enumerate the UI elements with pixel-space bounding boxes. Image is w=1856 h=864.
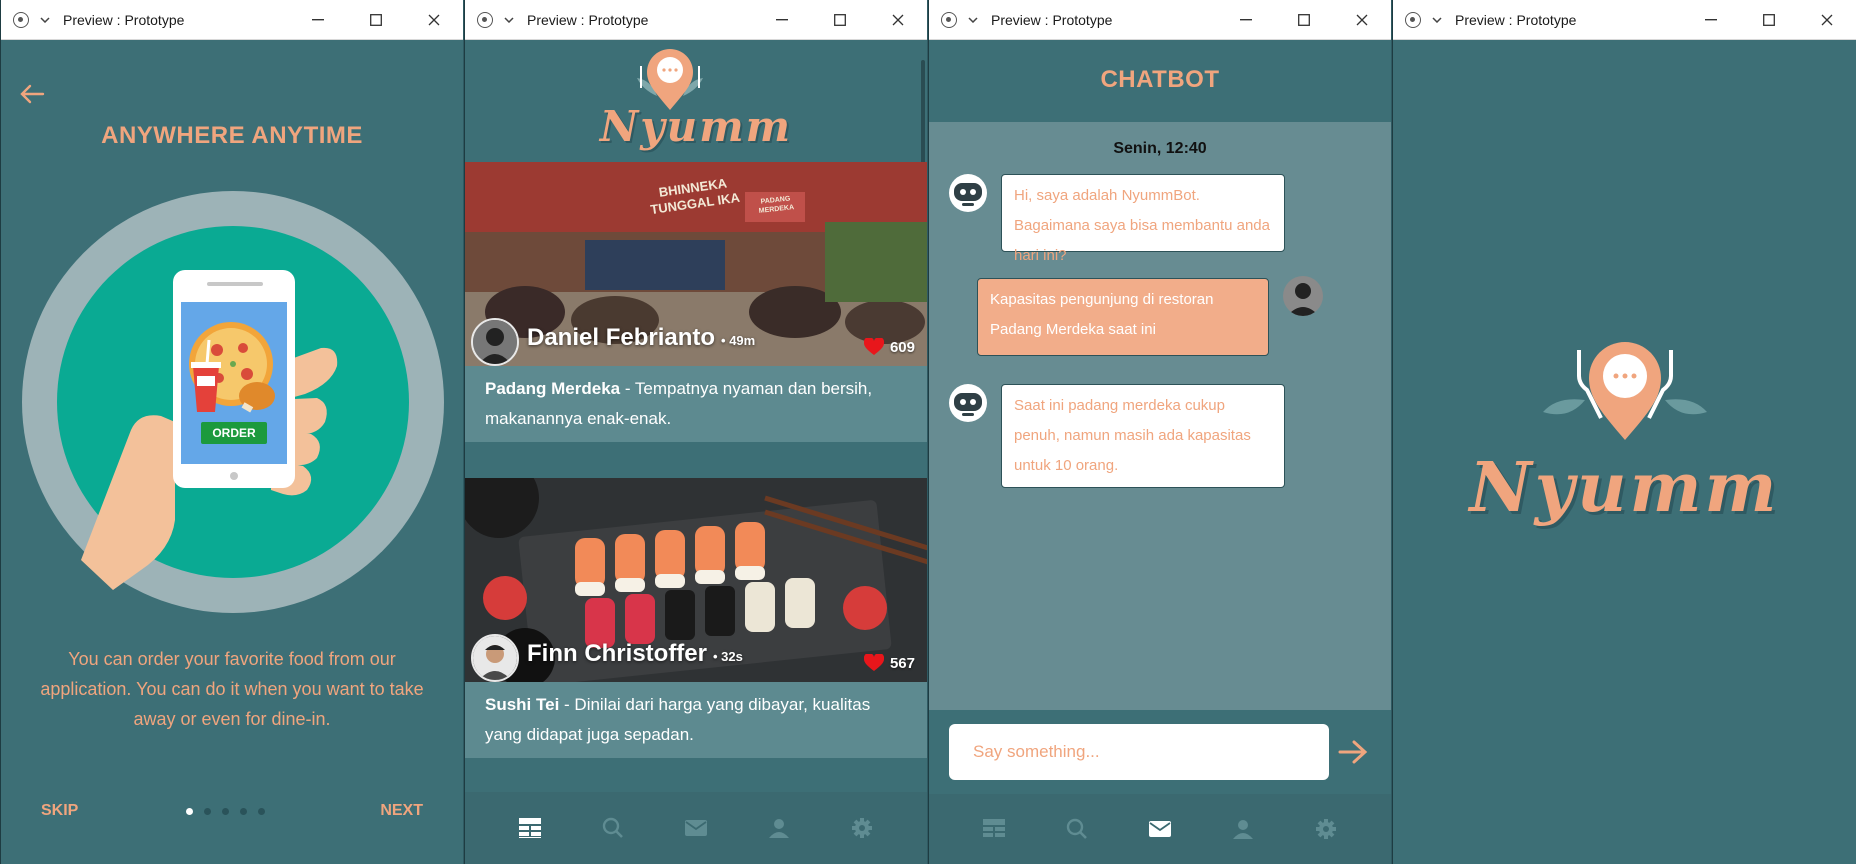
onboarding-heading: ANYWHERE ANYTIME	[101, 122, 363, 149]
chevron-down-icon[interactable]	[967, 14, 979, 26]
maximize-button[interactable]	[1740, 0, 1798, 40]
post-time: • 32s	[713, 649, 743, 664]
minimize-button[interactable]	[1682, 0, 1740, 40]
post-caption: Sushi Tei - Dinilai dari harga yang diba…	[465, 682, 927, 758]
splash-window: Preview : Prototype Nyumm	[1392, 0, 1856, 864]
chevron-down-icon[interactable]	[39, 14, 51, 26]
like-count[interactable]: 567	[863, 654, 915, 672]
like-number: 567	[889, 654, 915, 672]
avatar[interactable]	[471, 634, 519, 682]
message-input[interactable]	[949, 724, 1329, 780]
title-bar: Preview : Prototype	[929, 0, 1391, 40]
user-avatar	[1283, 276, 1323, 316]
window-title: Preview : Prototype	[527, 11, 649, 28]
post-image[interactable]: BHINNEKA TUNGGAL IKA PADANG MERDEKA Dani…	[465, 162, 927, 366]
brand-wordmark: Nyumm	[599, 102, 793, 151]
back-arrow-icon[interactable]	[19, 84, 45, 109]
app-icon	[477, 11, 493, 28]
window-title: Preview : Prototype	[1455, 11, 1577, 28]
search-icon[interactable]	[1062, 814, 1092, 844]
heart-icon[interactable]	[863, 654, 884, 672]
bottom-nav	[465, 792, 927, 864]
minimize-button[interactable]	[753, 0, 811, 40]
splash-logo: Nyumm	[1393, 320, 1856, 528]
title-bar: Preview : Prototype	[465, 0, 927, 40]
chat-header: CHATBOT	[929, 40, 1391, 122]
author-name[interactable]: Daniel Febrianto	[527, 324, 715, 351]
page-indicator	[186, 808, 265, 815]
feed-icon[interactable]	[515, 813, 545, 843]
chat-input-bar	[929, 710, 1391, 794]
post-time: • 49m	[721, 333, 756, 348]
feed-window: Preview : Prototype Nyumm BHINNEKA TUNGG…	[464, 0, 927, 864]
restaurant-name[interactable]: Sushi Tei	[485, 695, 559, 714]
bot-avatar	[949, 384, 987, 422]
page-dot-4[interactable]	[240, 808, 247, 815]
page-dot-1[interactable]	[186, 808, 193, 815]
bottom-nav	[929, 794, 1391, 864]
chevron-down-icon[interactable]	[1431, 14, 1443, 26]
send-arrow-icon[interactable]	[1335, 736, 1371, 768]
like-number: 609	[889, 338, 915, 356]
heart-icon[interactable]	[863, 338, 884, 356]
feed-screen: Nyumm BHINNEKA TUNGGAL IKA PADANG MERDEK…	[465, 40, 927, 864]
window-title: Preview : Prototype	[991, 11, 1113, 28]
chevron-down-icon[interactable]	[503, 14, 515, 26]
onboarding-description: You can order your favorite food from ou…	[40, 649, 424, 729]
settings-icon[interactable]	[847, 813, 877, 843]
minimize-button[interactable]	[1217, 0, 1275, 40]
close-button[interactable]	[1333, 0, 1391, 40]
mail-icon[interactable]	[681, 813, 711, 843]
skip-button[interactable]: SKIP	[41, 802, 78, 820]
search-icon[interactable]	[598, 813, 628, 843]
avatar[interactable]	[471, 318, 519, 366]
splash-screen: Nyumm	[1393, 40, 1856, 864]
page-dot-2[interactable]	[204, 808, 211, 815]
bot-avatar	[949, 174, 987, 212]
post-caption: Padang Merdeka - Tempatnya nyaman dan be…	[465, 366, 927, 442]
chatbot-screen: CHATBOT Senin, 12:40 Hi, saya adalah Nyu…	[929, 40, 1391, 864]
onboarding-screen: ANYWHERE ANYTIME ORDER You can order you…	[1, 40, 463, 864]
settings-icon[interactable]	[1311, 814, 1341, 844]
brand-wordmark: Nyumm	[1469, 448, 1780, 528]
chat-timestamp: Senin, 12:40	[1113, 140, 1207, 157]
maximize-button[interactable]	[1275, 0, 1333, 40]
maximize-button[interactable]	[347, 0, 405, 40]
close-button[interactable]	[1798, 0, 1856, 40]
onboarding-footer: SKIP NEXT	[1, 802, 463, 832]
close-button[interactable]	[869, 0, 927, 40]
header-logo: Nyumm	[465, 40, 927, 162]
mail-icon[interactable]	[1145, 814, 1175, 844]
post-image[interactable]: Finn Christoffer • 32s 567	[465, 478, 927, 682]
title-bar: Preview : Prototype	[1, 0, 463, 40]
author-name[interactable]: Finn Christoffer	[527, 640, 707, 667]
close-button[interactable]	[405, 0, 463, 40]
app-icon	[941, 11, 957, 28]
app-icon	[1405, 11, 1421, 28]
chat-title: CHATBOT	[1100, 66, 1220, 93]
onboarding-illustration: ORDER	[21, 190, 445, 614]
page-dot-3[interactable]	[222, 808, 229, 815]
order-button: ORDER	[212, 426, 256, 440]
post-author[interactable]: Finn Christoffer • 32s	[527, 640, 743, 668]
maximize-button[interactable]	[811, 0, 869, 40]
minimize-button[interactable]	[289, 0, 347, 40]
feed-icon[interactable]	[979, 814, 1009, 844]
page-dot-5[interactable]	[258, 808, 265, 815]
post-author[interactable]: Daniel Febrianto • 49m	[527, 324, 755, 352]
title-bar: Preview : Prototype	[1393, 0, 1856, 40]
app-icon	[13, 11, 29, 28]
bot-message: Saat ini padang merdeka cukup penuh, nam…	[1001, 384, 1285, 488]
profile-icon[interactable]	[764, 813, 794, 843]
user-message: Kapasitas pengunjung di restoran Padang …	[977, 278, 1269, 356]
onboarding-window: Preview : Prototype ANYWHERE ANYTIME ORD…	[0, 0, 463, 864]
like-count[interactable]: 609	[863, 338, 915, 356]
window-title: Preview : Prototype	[63, 11, 185, 28]
chatbot-window: Preview : Prototype CHATBOT Senin, 12:40…	[928, 0, 1391, 864]
bot-message: Hi, saya adalah NyummBot. Bagaimana saya…	[1001, 174, 1285, 264]
next-button[interactable]: NEXT	[380, 802, 423, 820]
restaurant-name[interactable]: Padang Merdeka	[485, 379, 620, 398]
profile-icon[interactable]	[1228, 814, 1258, 844]
